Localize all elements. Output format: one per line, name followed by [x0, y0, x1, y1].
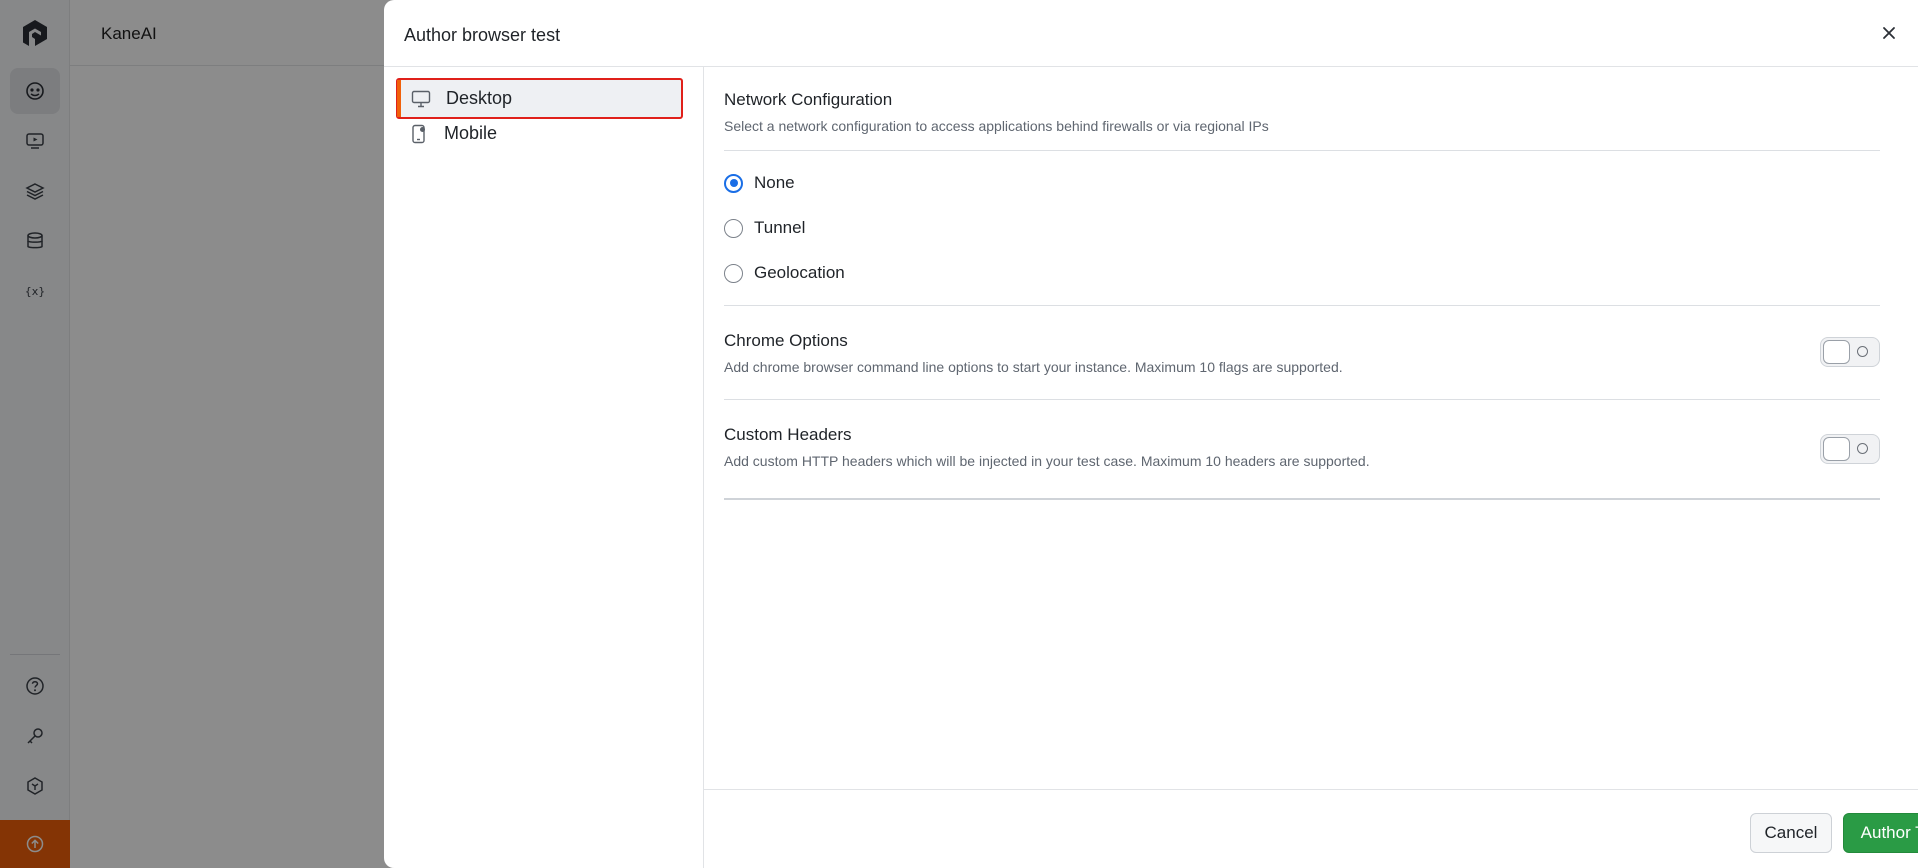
network-config-section: Network Configuration Select a network c… [724, 90, 1269, 134]
desktop-icon [410, 88, 432, 110]
radio-label: None [754, 173, 795, 192]
author-browser-test-modal: Author browser test Desktop Mobile Netwo… [384, 0, 1918, 868]
cancel-button[interactable]: Cancel [1750, 813, 1832, 853]
divider [724, 150, 1880, 151]
sidebar-item-mobile[interactable]: Mobile [396, 113, 683, 154]
chrome-options-section: Chrome Options Add chrome browser comman… [724, 331, 1343, 375]
custom-headers-toggle[interactable] [1820, 434, 1880, 464]
sidebar-item-label: Mobile [444, 123, 498, 143]
modal-title: Author browser test [404, 25, 561, 45]
toggle-off-icon [1857, 346, 1868, 357]
radio-button[interactable] [724, 263, 743, 283]
author-test-button[interactable]: Author Test [1843, 813, 1918, 853]
radio-button[interactable] [724, 218, 743, 238]
custom-headers-section: Custom Headers Add custom HTTP headers w… [724, 425, 1370, 469]
close-button[interactable] [1878, 22, 1900, 44]
divider [724, 305, 1880, 306]
divider [724, 498, 1880, 500]
radio-geolocation[interactable]: Geolocation [724, 263, 845, 283]
chrome-options-title: Chrome Options [724, 331, 848, 350]
divider [724, 399, 1880, 400]
toggle-knob [1823, 437, 1850, 461]
close-icon [1883, 27, 1895, 39]
mobile-icon [408, 123, 430, 145]
radio-tunnel[interactable]: Tunnel [724, 218, 805, 238]
network-config-title: Network Configuration [724, 90, 893, 109]
chrome-options-description: Add chrome browser command line options … [724, 359, 1343, 375]
custom-headers-description: Add custom HTTP headers which will be in… [724, 453, 1370, 469]
radio-label: Tunnel [754, 218, 806, 237]
radio-label: Geolocation [754, 263, 845, 282]
chrome-options-toggle[interactable] [1820, 337, 1880, 367]
platform-sidebar: Desktop Mobile [384, 67, 704, 868]
network-config-description: Select a network configuration to access… [724, 118, 1269, 134]
custom-headers-title: Custom Headers [724, 425, 852, 444]
modal-footer: Cancel Author Test [704, 789, 1918, 868]
toggle-off-icon [1857, 443, 1868, 454]
radio-button-checked[interactable] [724, 173, 743, 193]
radio-none[interactable]: None [724, 173, 795, 193]
sidebar-item-label: Desktop [446, 88, 513, 108]
toggle-knob [1823, 340, 1850, 364]
modal-header: Author browser test [384, 0, 1918, 67]
